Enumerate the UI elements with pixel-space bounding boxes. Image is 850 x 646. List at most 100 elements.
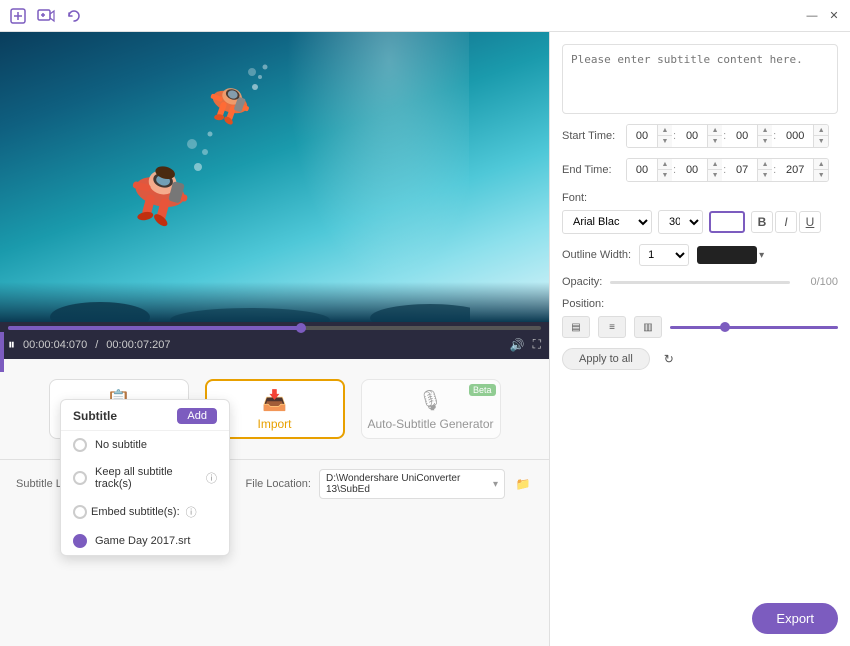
window-controls: — ✕ bbox=[804, 8, 842, 24]
volume-icon[interactable]: 🔊 bbox=[510, 338, 525, 352]
import-label: Import bbox=[257, 417, 291, 431]
import-icon: 📥 bbox=[262, 388, 287, 413]
opacity-row: Opacity: 0/100 bbox=[562, 276, 838, 288]
left-accent bbox=[0, 332, 4, 372]
position-left-button[interactable]: ▤ bbox=[562, 316, 590, 338]
embed-item[interactable]: Embed subtitle(s): ⓘ bbox=[61, 497, 229, 527]
apply-all-button[interactable]: Apply to all bbox=[562, 348, 650, 370]
bold-button[interactable]: B bbox=[751, 211, 773, 233]
file-path-text: D:\Wondershare UniConverter 13\SubEd bbox=[326, 473, 489, 495]
outline-dropdown-arrow[interactable]: ▾ bbox=[759, 250, 764, 261]
subtitle-content-input[interactable] bbox=[562, 44, 838, 114]
end-min-spin[interactable]: ▲▼ bbox=[707, 159, 722, 181]
start-ms[interactable] bbox=[777, 125, 813, 147]
end-min[interactable] bbox=[677, 159, 707, 181]
keep-all-info-icon[interactable]: ⓘ bbox=[206, 470, 217, 486]
font-family-select[interactable]: Arial Blac bbox=[562, 210, 652, 234]
position-right-button[interactable]: ▥ bbox=[634, 316, 662, 338]
opacity-slider[interactable] bbox=[610, 281, 790, 284]
right-panel: Start Time: ▲▼ : ▲▼ : ▲▼ : ▲▼ End Time: … bbox=[549, 32, 850, 646]
pause-icon[interactable]: ⏸ bbox=[8, 336, 15, 353]
playback-controls: ⏸ 00:00:04:070 / 00:00:07:207 🔊 ⛶ bbox=[8, 334, 541, 355]
file-path-select[interactable]: D:\Wondershare UniConverter 13\SubEd ▾ bbox=[319, 469, 505, 499]
position-slider[interactable] bbox=[670, 326, 838, 329]
end-time-row: End Time: ▲▼ : ▲▼ : ▲▼ : ▲▼ bbox=[562, 158, 838, 182]
playback-right: 🔊 ⛶ bbox=[510, 337, 541, 352]
file-location-label: File Location: bbox=[246, 478, 311, 490]
position-label: Position: bbox=[562, 298, 838, 310]
playback-bar: ⏸ 00:00:04:070 / 00:00:07:207 🔊 ⛶ bbox=[0, 322, 549, 359]
no-subtitle-label: No subtitle bbox=[95, 439, 147, 451]
start-min-spin[interactable]: ▲▼ bbox=[707, 125, 722, 147]
gameday-subtitle-item[interactable]: Game Day 2017.srt bbox=[61, 527, 229, 555]
progress-fill bbox=[8, 326, 301, 330]
start-sec[interactable] bbox=[727, 125, 757, 147]
end-time-input[interactable]: ▲▼ : ▲▼ : ▲▼ : ▲▼ bbox=[626, 158, 829, 182]
fullscreen-icon[interactable]: ⛶ bbox=[533, 337, 541, 352]
export-button[interactable]: Export bbox=[752, 603, 838, 634]
add-subtitle-button[interactable]: Add bbox=[177, 408, 217, 424]
dropdown-title: Subtitle bbox=[73, 409, 117, 423]
start-hour-spin[interactable]: ▲▼ bbox=[657, 125, 672, 147]
folder-button[interactable]: 📁 bbox=[513, 473, 533, 495]
start-min[interactable] bbox=[677, 125, 707, 147]
italic-button[interactable]: I bbox=[775, 211, 797, 233]
beta-badge: Beta bbox=[469, 384, 496, 396]
position-controls: ▤ ≡ ▥ bbox=[562, 316, 838, 338]
refresh-button[interactable]: ↻ bbox=[658, 348, 680, 370]
autosub-label: Auto-Subtitle Generator bbox=[367, 417, 493, 431]
keep-all-radio[interactable] bbox=[73, 471, 87, 485]
font-style-buttons: B I U bbox=[751, 211, 821, 233]
coral-bottom bbox=[0, 282, 549, 322]
end-sec-spin[interactable]: ▲▼ bbox=[757, 159, 772, 181]
time-total: 00:00:07:207 bbox=[106, 339, 170, 351]
subtitle-dropdown: Subtitle Add No subtitle Keep all subtit… bbox=[60, 399, 230, 556]
font-size-select[interactable]: 30 bbox=[658, 210, 703, 234]
end-ms-spin[interactable]: ▲▼ bbox=[813, 159, 828, 181]
gameday-radio[interactable] bbox=[73, 534, 87, 548]
start-ms-spin[interactable]: ▲▼ bbox=[813, 125, 828, 147]
underline-button[interactable]: U bbox=[799, 211, 821, 233]
progress-thumb[interactable] bbox=[296, 323, 306, 333]
progress-track[interactable] bbox=[8, 326, 541, 330]
time-separator: / bbox=[95, 339, 98, 351]
gameday-label: Game Day 2017.srt bbox=[95, 535, 190, 547]
new-project-icon[interactable] bbox=[8, 6, 28, 26]
start-time-input[interactable]: ▲▼ : ▲▼ : ▲▼ : ▲▼ bbox=[626, 124, 829, 148]
autosub-icon: 🎙 bbox=[418, 388, 443, 413]
keep-all-item[interactable]: Keep all subtitle track(s) ⓘ bbox=[61, 459, 229, 497]
no-subtitle-radio[interactable] bbox=[73, 438, 87, 452]
start-time-row: Start Time: ▲▼ : ▲▼ : ▲▼ : ▲▼ bbox=[562, 124, 838, 148]
position-section: Position: ▤ ≡ ▥ bbox=[562, 298, 838, 338]
title-bar-left bbox=[8, 6, 84, 26]
font-section: Font: Arial Blac 30 B I U bbox=[562, 192, 838, 234]
end-hour-spin[interactable]: ▲▼ bbox=[657, 159, 672, 181]
outline-width-select[interactable]: 1 bbox=[639, 244, 689, 266]
start-sec-spin[interactable]: ▲▼ bbox=[757, 125, 772, 147]
rotate-icon[interactable] bbox=[64, 6, 84, 26]
close-button[interactable]: ✕ bbox=[826, 8, 842, 24]
start-hour[interactable] bbox=[627, 125, 657, 147]
position-thumb[interactable] bbox=[720, 322, 730, 332]
outline-color-picker[interactable]: ▾ bbox=[697, 246, 764, 264]
end-time-label: End Time: bbox=[562, 164, 622, 176]
autosub-button[interactable]: Beta 🎙 Auto-Subtitle Generator bbox=[361, 379, 501, 439]
apply-row: Apply to all ↻ bbox=[562, 348, 838, 370]
position-center-button[interactable]: ≡ bbox=[598, 316, 626, 338]
end-ms[interactable] bbox=[777, 159, 813, 181]
playback-left: ⏸ 00:00:04:070 / 00:00:07:207 bbox=[8, 336, 171, 353]
end-hour[interactable] bbox=[627, 159, 657, 181]
font-color-picker[interactable] bbox=[709, 211, 745, 233]
no-subtitle-item[interactable]: No subtitle bbox=[61, 431, 229, 459]
embed-label: Embed subtitle(s): bbox=[91, 506, 180, 518]
embed-radio[interactable] bbox=[73, 505, 87, 519]
opacity-value: 0/100 bbox=[798, 276, 838, 288]
title-bar: — ✕ bbox=[0, 0, 850, 32]
dropdown-header: Subtitle Add bbox=[61, 400, 229, 431]
video-player[interactable] bbox=[0, 32, 549, 322]
add-media-icon[interactable] bbox=[36, 6, 56, 26]
end-sec[interactable] bbox=[727, 159, 757, 181]
font-label: Font: bbox=[562, 192, 838, 204]
minimize-button[interactable]: — bbox=[804, 8, 820, 24]
embed-info-icon[interactable]: ⓘ bbox=[186, 504, 197, 520]
